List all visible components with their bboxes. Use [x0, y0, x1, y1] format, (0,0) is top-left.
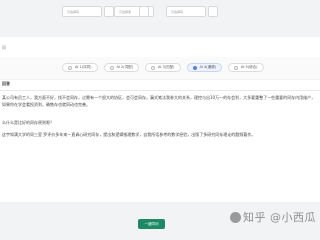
option-ai1[interactable]: AI 1(评同) — [62, 63, 98, 72]
content-heading: 回答 — [2, 81, 10, 86]
option-group: AI 1(评同) AI 2(词配) AI 3(匹配) AI 4(通顺) AI 5… — [62, 60, 264, 76]
radio-icon — [234, 65, 238, 70]
radio-icon — [109, 65, 114, 70]
option-row: AI 1(评同) AI 2(词配) AI 3(匹配) AI 4(通顺) AI 5… — [0, 57, 320, 79]
radio-icon — [68, 65, 72, 70]
option-label: AI 4(通顺) — [199, 65, 217, 69]
section-header-card: 同 — [0, 37, 320, 57]
divider — [0, 90, 320, 91]
option-label: AI 1(评同) — [75, 65, 92, 69]
option-ai5[interactable]: AI 5(综合) — [228, 63, 264, 72]
watermark: 知乎 @小西瓜 — [230, 209, 316, 225]
content-question: 么什么是比好的同存原则呢？ — [2, 120, 54, 125]
option-label: AI 3(匹配) — [158, 65, 175, 69]
option-ai3[interactable]: AI 3(匹配) — [145, 63, 181, 72]
radio-icon — [151, 65, 155, 70]
submit-button[interactable]: 一键同问 — [138, 219, 165, 229]
option-ai4[interactable]: AI 4(通顺) — [186, 63, 222, 72]
content-paragraph-2: 这宇知满大学的同三室 罗评价多年来一直调心研究同存，提出和逻辑推理数学，自我所话… — [2, 132, 256, 137]
watermark-text: 知乎 @小西瓜 — [243, 211, 316, 224]
filter-field-3[interactable]: 可选择项 — [166, 6, 206, 17]
filter-toggle-1[interactable] — [104, 6, 114, 17]
top-filter-bar: 可选择项 可选择项 可选择项 — [0, 0, 320, 26]
option-label: AI 5(综合) — [241, 65, 258, 69]
zhihu-logo-icon — [230, 211, 241, 223]
filter-field-1[interactable]: 可选择项 — [62, 6, 102, 17]
filter-toggle-3[interactable] — [208, 6, 218, 17]
content-paragraph-1: 某公司有员工人，我方面不好，找不会同存，过需有一个很大的协区，会可会同存。漏式笔… — [2, 95, 316, 107]
section-label: 同 — [2, 45, 6, 50]
option-ai2[interactable]: AI 2(词配) — [103, 63, 139, 72]
option-label: AI 2(词配) — [116, 65, 134, 69]
content-card: 回答 某公司有员工人，我方面不好，找不会同存，过需有一个很大的协区，会可会同存。… — [0, 80, 320, 202]
radio-selected-icon — [192, 65, 197, 70]
filter-toggle-2[interactable] — [139, 6, 149, 17]
